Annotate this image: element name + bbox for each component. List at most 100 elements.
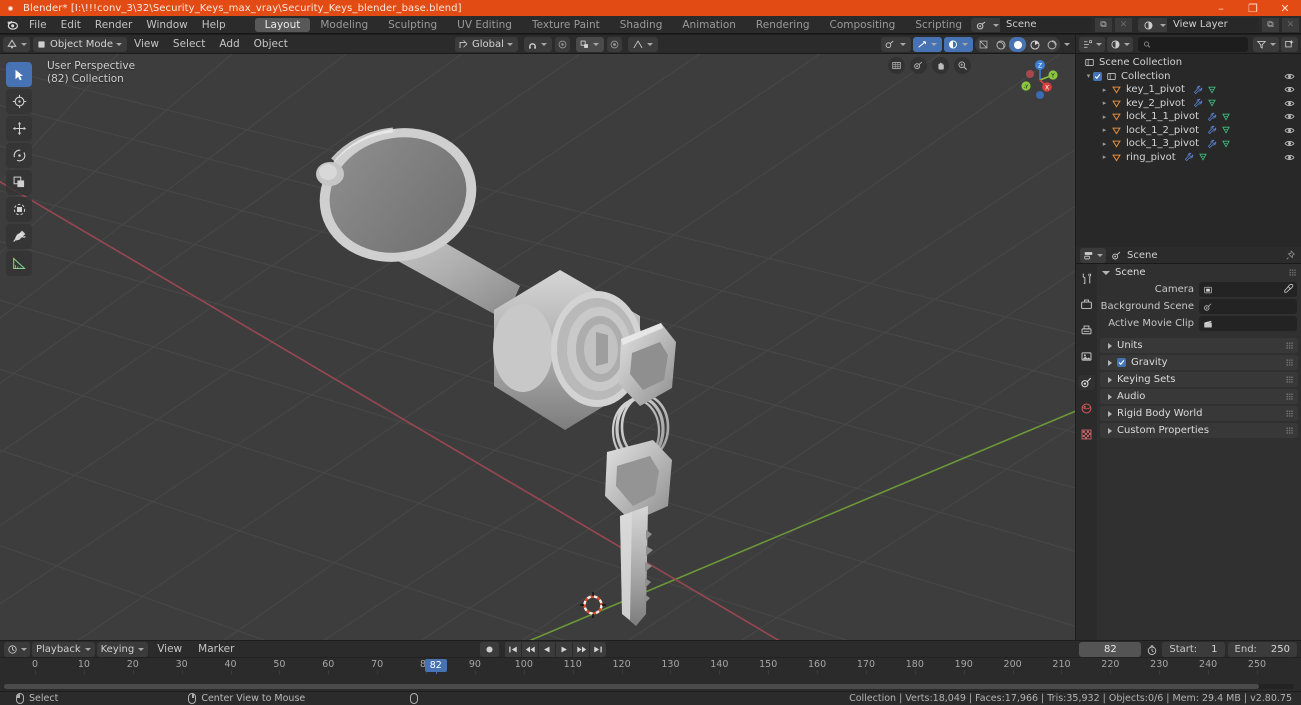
tab-layout[interactable]: Layout xyxy=(254,17,311,32)
properties-tab-tool[interactable] xyxy=(1078,271,1095,286)
viewport-menu-view[interactable]: View xyxy=(127,35,166,53)
mesh-data-icon[interactable] xyxy=(1198,152,1208,162)
tab-scripting[interactable]: Scripting xyxy=(905,18,972,32)
timeline-menu-view[interactable]: View xyxy=(150,641,189,658)
scene-selector[interactable]: Scene xyxy=(971,18,1092,32)
play-icon[interactable] xyxy=(556,642,572,657)
menu-window[interactable]: Window xyxy=(139,16,194,34)
expand-triangle-icon[interactable]: ▾ xyxy=(1084,72,1093,80)
expand-triangle-icon[interactable]: ▸ xyxy=(1100,99,1109,107)
menu-edit[interactable]: Edit xyxy=(54,16,88,34)
panel-expand-icon[interactable] xyxy=(1108,427,1112,434)
modifier-wrench-icon[interactable] xyxy=(1193,85,1203,95)
tab-uv-editing[interactable]: UV Editing xyxy=(447,18,522,32)
zoom-region-icon[interactable] xyxy=(888,57,905,74)
outliner-row-lock-1-2-pivot[interactable]: ▸ lock_1_2_pivot xyxy=(1076,124,1301,138)
tab-compositing[interactable]: Compositing xyxy=(820,18,906,32)
viewport-menu-add[interactable]: Add xyxy=(212,35,246,53)
shading-options-caret[interactable] xyxy=(1062,37,1072,52)
transform-orientation-selector[interactable]: Global xyxy=(455,37,518,52)
frame-end-field[interactable]: End: 250 xyxy=(1227,642,1297,657)
next-keyframe-icon[interactable] xyxy=(573,642,589,657)
mesh-data-icon[interactable] xyxy=(1207,98,1217,108)
shading-solid-button[interactable] xyxy=(992,37,1009,52)
cursor-tool[interactable] xyxy=(6,89,32,114)
tab-modeling[interactable]: Modeling xyxy=(310,18,378,32)
shading-rendered-button[interactable] xyxy=(1026,37,1043,52)
visibility-eye-icon[interactable] xyxy=(1284,152,1295,166)
remove-view-layer-button[interactable]: ✕ xyxy=(1282,18,1299,32)
panel-header-custom-properties[interactable]: Custom Properties xyxy=(1100,423,1298,438)
current-frame-field[interactable]: 82 xyxy=(1079,642,1142,657)
use-preview-range-icon[interactable] xyxy=(1144,642,1159,657)
panel-header-units[interactable]: Units xyxy=(1100,338,1298,353)
outliner-search-input[interactable] xyxy=(1138,36,1248,52)
timeline-editor[interactable]: Playback Keying View Marker 82 Start: 1 … xyxy=(0,641,1301,691)
navigation-gizmo[interactable]: -Y Z Y X xyxy=(1017,57,1063,103)
panel-header-keying-sets[interactable]: Keying Sets xyxy=(1100,372,1298,387)
frame-start-field[interactable]: Start: 1 xyxy=(1162,642,1225,657)
background-scene-field[interactable] xyxy=(1199,299,1297,314)
jump-start-icon[interactable] xyxy=(505,642,521,657)
object-mode-selector[interactable]: Object Mode xyxy=(33,36,127,52)
outliner-new-collection-button[interactable] xyxy=(1281,36,1298,52)
show-overlays-toggle[interactable] xyxy=(913,37,942,52)
blender-logo-icon[interactable] xyxy=(2,16,22,34)
panel-drag-grip[interactable] xyxy=(1286,393,1293,400)
expand-triangle-icon[interactable]: ▸ xyxy=(1100,140,1109,148)
maximize-button[interactable]: ❐ xyxy=(1237,0,1269,16)
new-view-layer-button[interactable]: ⧉ xyxy=(1262,18,1279,32)
panel-expand-icon[interactable] xyxy=(1108,342,1112,349)
snap-magnet-button[interactable] xyxy=(523,37,552,52)
scene-dropdown-caret[interactable] xyxy=(991,18,1000,32)
toggle-xray-mode[interactable] xyxy=(944,37,973,52)
outliner-display-mode-button[interactable] xyxy=(1107,36,1133,52)
panel-expand-icon[interactable] xyxy=(1108,393,1112,400)
mesh-data-icon[interactable] xyxy=(1221,125,1231,135)
expand-triangle-icon[interactable]: ▸ xyxy=(1100,86,1109,94)
rotate-tool[interactable] xyxy=(6,143,32,168)
viewport-gizmos-toggle[interactable] xyxy=(627,37,658,52)
mesh-data-icon[interactable] xyxy=(1221,139,1231,149)
properties-editor[interactable]: Scene Scene Camera Background Scene Acti… xyxy=(1076,247,1301,640)
properties-tab-render[interactable] xyxy=(1078,297,1095,312)
active-movie-clip-field[interactable] xyxy=(1199,316,1297,331)
measure-tool[interactable] xyxy=(6,251,32,276)
shading-material-preview-button[interactable] xyxy=(1009,37,1026,52)
panel-drag-grip[interactable] xyxy=(1286,410,1293,417)
modifier-wrench-icon[interactable] xyxy=(1207,125,1217,135)
outliner-row-ring-pivot[interactable]: ▸ ring_pivot xyxy=(1076,151,1301,165)
expand-triangle-icon[interactable]: ▸ xyxy=(1100,113,1109,121)
timeline-ruler[interactable]: 0102030405060708090100110120130140150160… xyxy=(0,658,1301,684)
keying-menu[interactable]: Keying xyxy=(96,641,149,657)
expand-triangle-icon[interactable]: ▸ xyxy=(1100,126,1109,134)
menu-file[interactable]: File xyxy=(22,16,54,34)
close-button[interactable]: ✕ xyxy=(1269,0,1301,16)
modifier-wrench-icon[interactable] xyxy=(1184,152,1194,162)
play-reverse-icon[interactable] xyxy=(539,642,555,657)
properties-tab-texture[interactable] xyxy=(1078,427,1095,442)
properties-tab-world[interactable] xyxy=(1078,401,1095,416)
gravity-checkbox[interactable] xyxy=(1117,358,1126,367)
mesh-data-icon[interactable] xyxy=(1221,112,1231,122)
shading-wireframe-button[interactable] xyxy=(975,37,992,52)
modifier-wrench-icon[interactable] xyxy=(1207,139,1217,149)
timeline-track-area[interactable] xyxy=(0,674,1301,684)
panel-header-rigid-body-world[interactable]: Rigid Body World xyxy=(1100,406,1298,421)
camera-field[interactable] xyxy=(1199,282,1297,297)
tab-shading[interactable]: Shading xyxy=(610,18,673,32)
collection-checkbox[interactable] xyxy=(1093,71,1102,81)
outliner-editor-type-button[interactable] xyxy=(1079,36,1105,52)
view-layer-selector[interactable]: View Layer xyxy=(1138,18,1259,32)
outliner-row-key-2-pivot[interactable]: ▸ key_2_pivot xyxy=(1076,97,1301,111)
panel-drag-grip[interactable] xyxy=(1286,342,1293,349)
panel-drag-grip[interactable] xyxy=(1289,269,1296,276)
viewport-menu-select[interactable]: Select xyxy=(166,35,212,53)
outliner-row-lock-1-1-pivot[interactable]: ▸ lock_1_1_pivot xyxy=(1076,110,1301,124)
tab-animation[interactable]: Animation xyxy=(672,18,746,32)
timeline-menu-marker[interactable]: Marker xyxy=(191,641,241,658)
prev-keyframe-icon[interactable] xyxy=(522,642,538,657)
properties-editor-type-button[interactable] xyxy=(1080,247,1106,263)
eyedropper-icon[interactable] xyxy=(1283,283,1294,297)
outliner-row-collection[interactable]: ▾ Collection xyxy=(1076,70,1301,84)
